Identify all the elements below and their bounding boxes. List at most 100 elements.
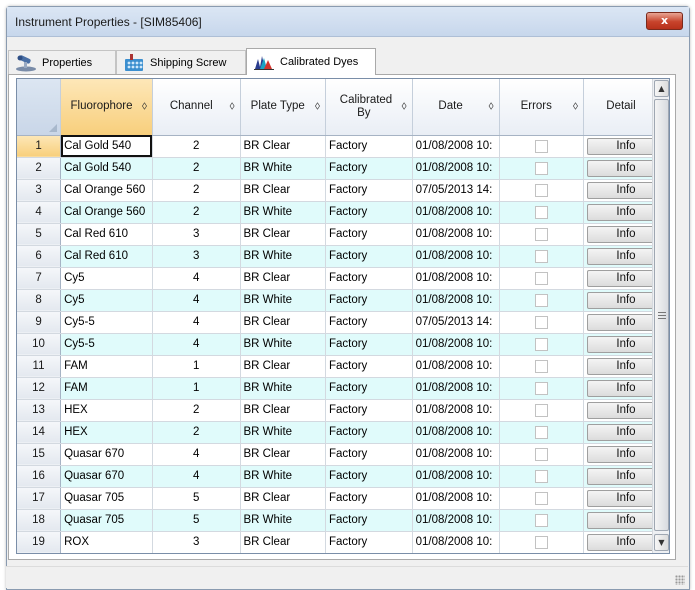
cell-fluorophore[interactable]: Cal Orange 560 [60,201,153,224]
cell-plate-type[interactable]: BR Clear [240,311,326,334]
cell-plate-type[interactable]: BR White [240,289,326,312]
cell-date[interactable]: 01/08/2008 10: [412,201,500,224]
column-header-channel[interactable]: Channel ◊ [152,79,241,136]
cell-date[interactable]: 01/08/2008 10: [412,245,500,268]
cell-calibrated-by[interactable]: Factory [325,443,413,466]
cell-plate-type[interactable]: BR White [240,465,326,488]
cell-channel[interactable]: 4 [152,465,241,488]
table-row[interactable]: 11 FAM 1 BR Clear Factory 01/08/2008 10: Info [17,355,669,378]
cell-fluorophore[interactable]: ROX [60,531,153,553]
cell-date[interactable]: 01/08/2008 10: [412,223,500,246]
table-row[interactable]: 4 Cal Orange 560 2 BR White Factory 01/08/200… [17,201,669,224]
table-row[interactable]: 3 Cal Orange 560 2 BR Clear Factory 07/05/201… [17,179,669,202]
cell-channel[interactable]: 2 [152,201,241,224]
cell-calibrated-by[interactable]: Factory [325,223,413,246]
table-row[interactable]: 13 HEX 2 BR Clear Factory 01/08/2008 10: Info [17,399,669,422]
errors-checkbox[interactable] [534,425,548,439]
cell-date[interactable]: 07/05/2013 14: [412,179,500,202]
cell-calibrated-by[interactable]: Factory [325,179,413,202]
cell-fluorophore[interactable]: HEX [60,421,153,444]
cell-plate-type[interactable]: BR Clear [240,443,326,466]
cell-date[interactable]: 01/08/2008 10: [412,135,500,158]
scroll-down-button[interactable]: ▼ [654,534,669,551]
table-row[interactable]: 1 Cal Gold 540 2 BR Clear Factory 01/08/2008 … [17,135,669,158]
title-bar[interactable]: Instrument Properties - [SIM85406] x [7,7,689,37]
errors-checkbox[interactable] [534,381,548,395]
row-header[interactable]: 17 [17,487,62,510]
table-row[interactable]: 6 Cal Red 610 3 BR White Factory 01/08/2008 1… [17,245,669,268]
errors-checkbox[interactable] [534,513,548,527]
cell-calibrated-by[interactable]: Factory [325,531,413,553]
close-button[interactable]: x [646,12,683,30]
column-header-fluorophore[interactable]: Fluorophore ◊ [60,79,153,136]
errors-checkbox[interactable] [534,249,548,263]
cell-plate-type[interactable]: BR White [240,333,326,356]
table-row[interactable]: 14 HEX 2 BR White Factory 01/08/2008 10: Info [17,421,669,444]
cell-channel[interactable]: 4 [152,289,241,312]
scroll-up-button[interactable]: ▲ [654,80,669,97]
row-header[interactable]: 18 [17,509,62,532]
table-row[interactable]: 19 ROX 3 BR Clear Factory 01/08/2008 10: Info [17,531,669,553]
cell-fluorophore[interactable]: Cy5 [60,267,153,290]
row-header[interactable]: 9 [17,311,62,334]
cell-channel[interactable]: 2 [152,179,241,202]
cell-fluorophore[interactable]: FAM [60,377,153,400]
cell-date[interactable]: 07/05/2013 14: [412,311,500,334]
cell-calibrated-by[interactable]: Factory [325,421,413,444]
errors-checkbox[interactable] [534,205,548,219]
row-header[interactable]: 15 [17,443,62,466]
tab-shipping-screw[interactable]: Shipping Screw [116,50,246,74]
cell-calibrated-by[interactable]: Factory [325,355,413,378]
vertical-scrollbar[interactable]: ▲ ▼ [652,79,669,553]
row-header[interactable]: 5 [17,223,62,246]
cell-calibrated-by[interactable]: Factory [325,509,413,532]
row-header[interactable]: 6 [17,245,62,268]
select-all-corner[interactable] [17,79,62,136]
tab-calibrated-dyes[interactable]: Calibrated Dyes [246,48,376,75]
row-header[interactable]: 12 [17,377,62,400]
calibrated-dyes-grid[interactable]: Fluorophore ◊ Channel ◊ Plate Type ◊ Cal… [16,78,670,554]
table-row[interactable]: 18 Quasar 705 5 BR White Factory 01/08/2008 1… [17,509,669,532]
cell-channel[interactable]: 4 [152,267,241,290]
cell-date[interactable]: 01/08/2008 10: [412,465,500,488]
row-header[interactable]: 4 [17,201,62,224]
errors-checkbox[interactable] [534,535,548,549]
cell-calibrated-by[interactable]: Factory [325,289,413,312]
cell-plate-type[interactable]: BR White [240,509,326,532]
errors-checkbox[interactable] [534,139,548,153]
cell-date[interactable]: 01/08/2008 10: [412,531,500,553]
column-header-calibrated-by[interactable]: Calibrated By ◊ [325,79,413,136]
row-header[interactable]: 19 [17,531,62,553]
cell-fluorophore[interactable]: Cal Red 610 [60,245,153,268]
table-row[interactable]: 8 Cy5 4 BR White Factory 01/08/2008 10: Info [17,289,669,312]
cell-fluorophore[interactable]: Cy5 [60,289,153,312]
row-header[interactable]: 8 [17,289,62,312]
cell-plate-type[interactable]: BR Clear [240,223,326,246]
cell-plate-type[interactable]: BR White [240,201,326,224]
cell-channel[interactable]: 3 [152,223,241,246]
errors-checkbox[interactable] [534,337,548,351]
cell-plate-type[interactable]: BR Clear [240,487,326,510]
cell-date[interactable]: 01/08/2008 10: [412,289,500,312]
cell-date[interactable]: 01/08/2008 10: [412,443,500,466]
cell-plate-type[interactable]: BR White [240,245,326,268]
cell-calibrated-by[interactable]: Factory [325,465,413,488]
cell-calibrated-by[interactable]: Factory [325,135,413,158]
errors-checkbox[interactable] [534,315,548,329]
errors-checkbox[interactable] [534,293,548,307]
cell-plate-type[interactable]: BR Clear [240,135,326,158]
cell-date[interactable]: 01/08/2008 10: [412,421,500,444]
cell-calibrated-by[interactable]: Factory [325,487,413,510]
cell-plate-type[interactable]: BR White [240,421,326,444]
table-row[interactable]: 15 Quasar 670 4 BR Clear Factory 01/08/2008 1… [17,443,669,466]
cell-fluorophore[interactable]: Quasar 705 [60,487,153,510]
scroll-thumb[interactable] [654,99,669,531]
errors-checkbox[interactable] [534,403,548,417]
cell-date[interactable]: 01/08/2008 10: [412,509,500,532]
row-header[interactable]: 1 [17,135,62,158]
row-header[interactable]: 11 [17,355,62,378]
cell-fluorophore[interactable]: Cal Orange 560 [60,179,153,202]
row-header[interactable]: 16 [17,465,62,488]
errors-checkbox[interactable] [534,359,548,373]
errors-checkbox[interactable] [534,227,548,241]
